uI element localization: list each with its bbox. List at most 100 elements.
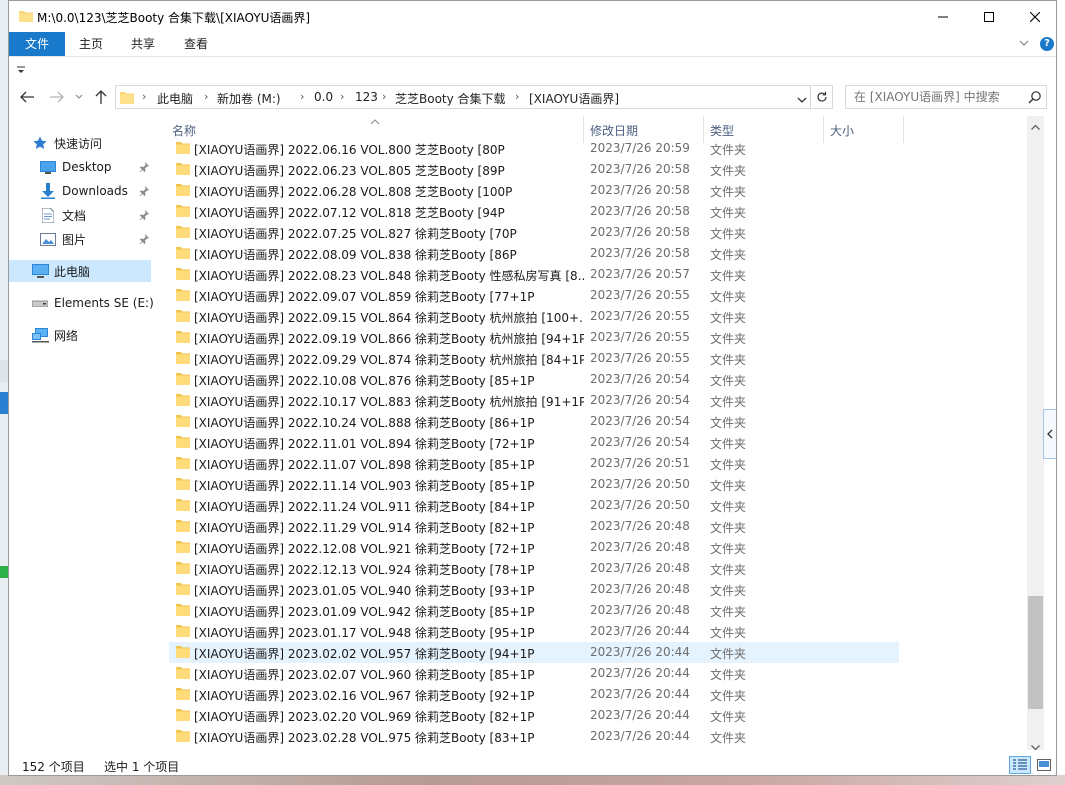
address-bar[interactable]: › 此电脑 › 新加卷 (M:) › 0.0 › 123 › 芝芝Booty 合… (115, 85, 811, 109)
scroll-down-arrow-icon[interactable] (1031, 740, 1040, 754)
folder-icon (176, 456, 190, 472)
search-icon[interactable] (1028, 90, 1042, 107)
file-type: 文件夹 (710, 416, 747, 430)
column-size[interactable]: 大小 (830, 122, 854, 139)
close-button[interactable] (1012, 1, 1056, 32)
column-type[interactable]: 类型 (710, 122, 734, 139)
file-type: 文件夹 (710, 248, 747, 262)
pin-icon[interactable] (139, 233, 149, 247)
column-divider[interactable] (903, 116, 904, 143)
table-row[interactable]: [XIAOYU语画界] 2023.02.07 VOL.960 徐莉芝Booty … (169, 663, 899, 684)
table-row[interactable]: [XIAOYU语画界] 2022.08.23 VOL.848 徐莉芝Booty … (169, 264, 899, 285)
file-date: 2023/7/26 20:44 (590, 624, 690, 638)
table-row[interactable]: [XIAOYU语画界] 2022.11.24 VOL.911 徐莉芝Booty … (169, 495, 899, 516)
computer-icon (31, 264, 49, 278)
file-name: [XIAOYU语画界] 2022.07.25 VOL.827 徐莉芝Booty … (194, 227, 517, 241)
nav-this-pc[interactable]: 此电脑 (9, 260, 151, 282)
tab-view[interactable]: 查看 (184, 32, 208, 56)
nav-downloads[interactable]: Downloads (39, 180, 153, 202)
table-row[interactable]: [XIAOYU语画界] 2022.12.13 VOL.924 徐莉芝Booty … (169, 558, 899, 579)
table-row[interactable]: [XIAOYU语画界] 2022.06.23 VOL.805 芝芝Booty [… (169, 159, 899, 180)
table-row[interactable]: [XIAOYU语画界] 2022.11.29 VOL.914 徐莉芝Booty … (169, 516, 899, 537)
table-row[interactable]: [XIAOYU语画界] 2022.09.29 VOL.874 徐莉芝Booty … (169, 348, 899, 369)
breadcrumb-current[interactable]: [XIAOYU语画界] (529, 90, 619, 107)
nav-quick-access[interactable]: 快速访问 (31, 132, 173, 154)
file-name: [XIAOYU语画界] 2022.10.08 VOL.876 徐莉芝Booty … (194, 374, 535, 388)
file-type: 文件夹 (710, 332, 747, 346)
table-row[interactable]: [XIAOYU语画界] 2022.10.24 VOL.888 徐莉芝Booty … (169, 411, 899, 432)
table-row[interactable]: [XIAOYU语画界] 2022.06.28 VOL.808 芝芝Booty [… (169, 180, 899, 201)
table-row[interactable]: [XIAOYU语画界] 2022.11.01 VOL.894 徐莉芝Booty … (169, 432, 899, 453)
file-date: 2023/7/26 20:55 (590, 309, 690, 323)
vertical-scrollbar[interactable] (1027, 116, 1044, 751)
network-icon (31, 327, 49, 343)
table-row[interactable]: [XIAOYU语画界] 2022.11.14 VOL.903 徐莉芝Booty … (169, 474, 899, 495)
breadcrumb-this-pc[interactable]: 此电脑 (157, 90, 193, 107)
table-row[interactable]: [XIAOYU语画界] 2023.02.28 VOL.975 徐莉芝Booty … (169, 726, 899, 747)
address-dropdown-icon[interactable] (797, 93, 807, 107)
table-row[interactable]: [XIAOYU语画界] 2022.09.07 VOL.859 徐莉芝Booty … (169, 285, 899, 306)
table-row[interactable]: [XIAOYU语画界] 2022.07.25 VOL.827 徐莉芝Booty … (169, 222, 899, 243)
table-row[interactable]: [XIAOYU语画界] 2022.09.19 VOL.866 徐莉芝Booty … (169, 327, 899, 348)
file-date: 2023/7/26 20:51 (590, 456, 690, 470)
nav-documents[interactable]: 文档 (39, 204, 153, 226)
customize-toolbar-icon[interactable] (17, 63, 25, 77)
file-type: 文件夹 (710, 311, 747, 325)
folder-icon (176, 687, 190, 703)
details-view-button[interactable] (1009, 756, 1031, 774)
large-icons-view-button[interactable] (1034, 756, 1054, 774)
nav-label: Elements SE (E:) (54, 296, 154, 310)
breadcrumb-collection[interactable]: 芝芝Booty 合集下载 (395, 90, 506, 107)
search-input[interactable] (846, 86, 1026, 108)
quick-access-toolbar (9, 56, 1056, 78)
refresh-button[interactable] (812, 85, 833, 109)
table-row[interactable]: [XIAOYU语画界] 2023.01.05 VOL.940 徐莉芝Booty … (169, 579, 899, 600)
nav-drive-e[interactable]: Elements SE (E:) (31, 292, 173, 314)
scrollbar-thumb[interactable] (1028, 596, 1043, 709)
forward-button[interactable] (47, 87, 67, 107)
recent-locations-chevron-icon[interactable] (69, 87, 89, 107)
file-type: 文件夹 (710, 290, 747, 304)
pin-icon[interactable] (139, 185, 149, 199)
file-type: 文件夹 (710, 731, 747, 745)
table-row[interactable]: [XIAOYU语画界] 2022.09.15 VOL.864 徐莉芝Booty … (169, 306, 899, 327)
folder-icon (176, 582, 190, 598)
breadcrumb-drive[interactable]: 新加卷 (M:) (217, 90, 281, 107)
tab-home[interactable]: 主页 (79, 32, 103, 56)
up-button[interactable] (91, 87, 111, 107)
back-button[interactable] (17, 87, 37, 107)
table-row[interactable]: [XIAOYU语画界] 2023.02.02 VOL.957 徐莉芝Booty … (169, 642, 899, 663)
table-row[interactable]: [XIAOYU语画界] 2022.11.07 VOL.898 徐莉芝Booty … (169, 453, 899, 474)
column-date[interactable]: 修改日期 (590, 122, 638, 139)
tab-share[interactable]: 共享 (131, 32, 155, 56)
table-row[interactable]: [XIAOYU语画界] 2022.10.17 VOL.883 徐莉芝Booty … (169, 390, 899, 411)
maximize-button[interactable] (966, 1, 1012, 32)
column-name[interactable]: 名称 (172, 122, 196, 139)
table-row[interactable]: [XIAOYU语画界] 2022.10.08 VOL.876 徐莉芝Booty … (169, 369, 899, 390)
pin-icon[interactable] (139, 209, 149, 223)
minimize-button[interactable] (920, 1, 966, 32)
scroll-up-arrow-icon[interactable] (1031, 119, 1040, 133)
tab-file[interactable]: 文件 (9, 32, 65, 56)
preview-pane-toggle[interactable] (1043, 409, 1056, 459)
nav-pictures[interactable]: 图片 (39, 228, 153, 250)
pin-icon[interactable] (139, 161, 149, 175)
table-row[interactable]: [XIAOYU语画界] 2022.08.09 VOL.838 徐莉芝Booty … (169, 243, 899, 264)
table-row[interactable]: [XIAOYU语画界] 2023.01.17 VOL.948 徐莉芝Booty … (169, 621, 899, 642)
folder-icon (176, 645, 190, 661)
file-type: 文件夹 (710, 647, 747, 661)
nav-network[interactable]: 网络 (31, 324, 173, 346)
help-icon[interactable]: ? (1040, 37, 1054, 51)
breadcrumb-folder-00[interactable]: 0.0 (314, 90, 333, 104)
nav-desktop[interactable]: Desktop (39, 156, 153, 178)
table-row[interactable]: [XIAOYU语画界] 2023.02.16 VOL.967 徐莉芝Booty … (169, 684, 899, 705)
chevron-down-icon[interactable] (1019, 37, 1029, 51)
breadcrumb-folder-123[interactable]: 123 (355, 90, 378, 104)
table-row[interactable]: [XIAOYU语画界] 2022.07.12 VOL.818 芝芝Booty [… (169, 201, 899, 222)
file-name: [XIAOYU语画界] 2023.01.17 VOL.948 徐莉芝Booty … (194, 626, 535, 640)
table-row[interactable]: [XIAOYU语画界] 2023.01.09 VOL.942 徐莉芝Booty … (169, 600, 899, 621)
table-row[interactable]: [XIAOYU语画界] 2022.06.16 VOL.800 芝芝Booty [… (169, 138, 899, 159)
table-row[interactable]: [XIAOYU语画界] 2022.12.08 VOL.921 徐莉芝Booty … (169, 537, 899, 558)
file-type: 文件夹 (710, 668, 747, 682)
table-row[interactable]: [XIAOYU语画界] 2023.02.20 VOL.969 徐莉芝Booty … (169, 705, 899, 726)
